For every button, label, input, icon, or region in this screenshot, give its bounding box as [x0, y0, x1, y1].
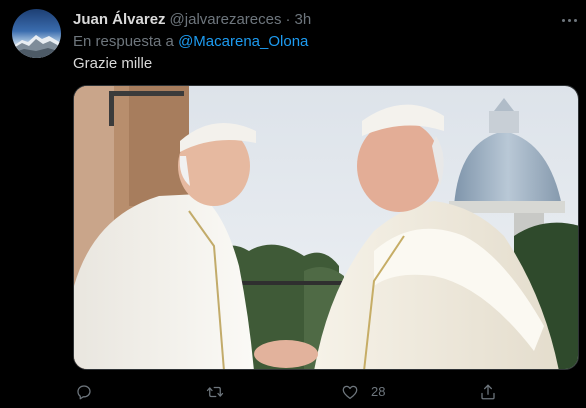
tweet-timestamp[interactable]: 3h: [294, 11, 311, 28]
reply-button[interactable]: [75, 380, 105, 404]
separator-dot: ·: [285, 11, 291, 28]
like-count: 28: [371, 384, 386, 399]
like-icon: [342, 385, 358, 400]
reply-context: En respuesta a @Macarena_Olona: [73, 32, 308, 52]
reply-icon: [77, 385, 91, 400]
reply-mention-link[interactable]: @Macarena_Olona: [178, 33, 308, 50]
share-icon: [481, 384, 495, 400]
tweet-photo[interactable]: [73, 85, 579, 370]
tweet-header: Juan Álvarez @jalvarezareces · 3h: [73, 10, 311, 30]
avatar-mountain-image: [12, 35, 61, 58]
share-button[interactable]: [479, 380, 497, 404]
author-handle[interactable]: @jalvarezareces: [170, 11, 282, 28]
action-bar: 28: [73, 380, 579, 404]
like-button[interactable]: 28: [341, 380, 385, 404]
more-icon[interactable]: [558, 10, 580, 30]
retweet-icon: [206, 386, 224, 398]
tweet-text: Grazie mille: [73, 55, 153, 72]
avatar[interactable]: [12, 9, 61, 58]
tweet[interactable]: Juan Álvarez @jalvarezareces · 3h En respue…: [0, 0, 586, 408]
reply-prefix: En respuesta a: [73, 33, 174, 50]
photo-image: [74, 86, 578, 369]
author-display-name[interactable]: Juan Álvarez: [73, 11, 166, 28]
retweet-button[interactable]: [206, 380, 236, 404]
